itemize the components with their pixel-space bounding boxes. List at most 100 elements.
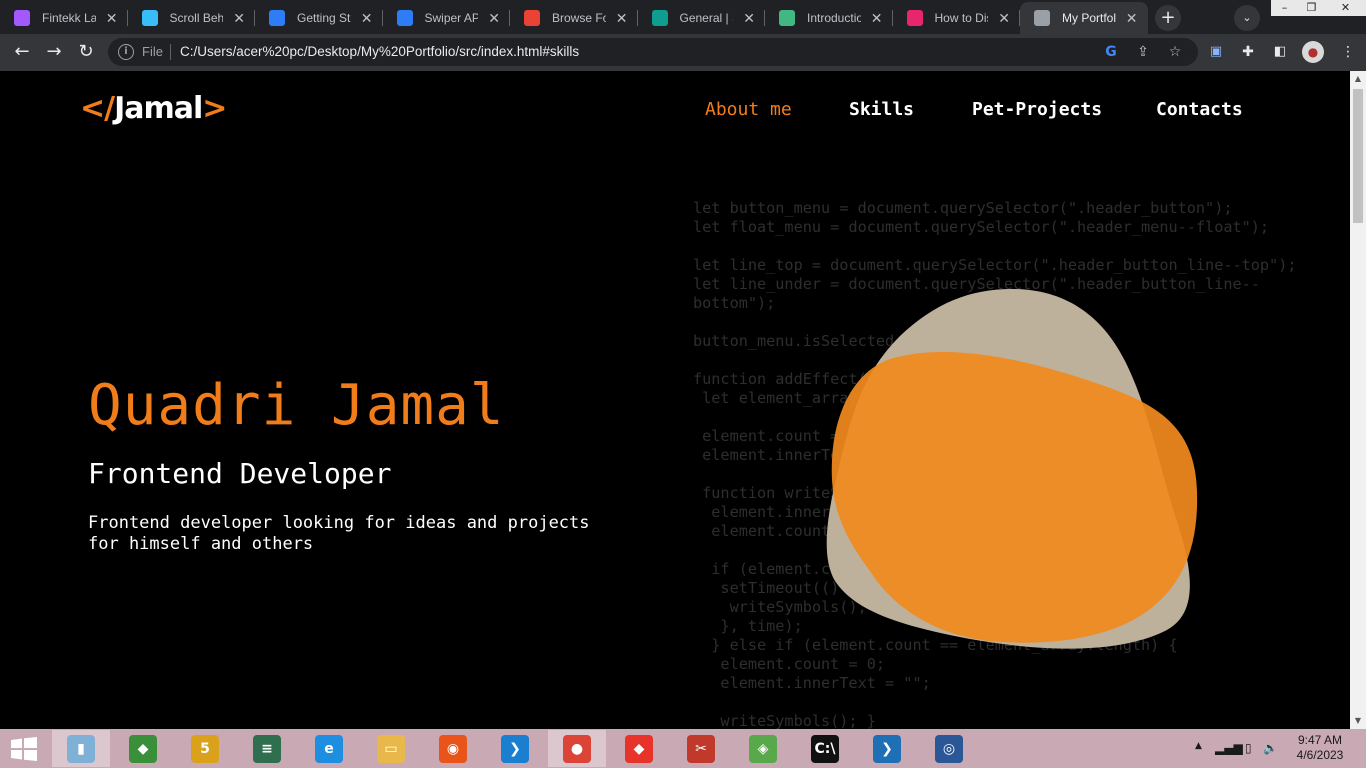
tab-close-icon[interactable]: ✕ [998, 10, 1010, 27]
nav-about-me[interactable]: About me [705, 99, 792, 120]
close-window-button[interactable]: ✕ [1325, 0, 1366, 16]
tab-favicon-icon [1034, 10, 1050, 26]
nav-skills[interactable]: Skills [849, 99, 914, 120]
tab-favicon-icon [524, 10, 540, 26]
hero-name: Quadri Jamal [88, 373, 505, 438]
tab-close-icon[interactable]: ✕ [871, 10, 883, 27]
browser-tab[interactable]: Swiper API ✕ [383, 2, 510, 34]
taskbar-app[interactable]: ▮ [52, 730, 110, 767]
tab-close-icon[interactable]: ✕ [233, 10, 245, 27]
browser-tab[interactable]: Scroll Behavior ✕ [128, 2, 255, 34]
tab-close-icon[interactable]: ✕ [488, 10, 500, 27]
taskbar-app[interactable]: ▭ [362, 730, 420, 767]
browser-tab[interactable]: How to Disable ✕ [893, 2, 1020, 34]
page-scrollbar[interactable]: ▲ ▼ [1350, 71, 1366, 729]
tab-search-button[interactable]: ⌄ [1234, 5, 1260, 31]
windows-taskbar: ▲ ▂▄▆ ▯ 🔈 9:47 AM 4/6/2023 ▮ ◆ 5 ≡ e ▭ ◉ ❯ ● ◆ ✂ ◈ C… [0, 729, 1366, 768]
taskbar-app[interactable]: ◆ [610, 730, 668, 767]
tab-close-icon[interactable]: ✕ [361, 10, 373, 27]
browser-tab[interactable]: Getting Started ✕ [255, 2, 383, 34]
restore-button[interactable]: ❐ [1298, 0, 1325, 16]
taskbar-app[interactable]: ◉ [424, 730, 482, 767]
file-explorer-icon: ▭ [377, 735, 405, 763]
scroll-thumb[interactable] [1353, 89, 1363, 223]
metatrader-icon: ◆ [129, 735, 157, 763]
chrome-icon: ● [563, 735, 591, 763]
show-hidden-icons-icon[interactable]: ▲ [1195, 741, 1202, 751]
tab-title: Browse Fonts [552, 11, 606, 25]
site-logo[interactable]: </Jamal> [80, 91, 227, 126]
tab-close-icon[interactable]: ✕ [106, 10, 118, 27]
bookmark-star-icon[interactable]: ☆ [1166, 43, 1184, 61]
tab-close-icon[interactable]: ✕ [743, 10, 755, 27]
taskbar-app[interactable]: ● [548, 730, 606, 767]
reload-icon[interactable]: ↻ [72, 38, 100, 66]
back-arrow-icon[interactable]: ← [8, 38, 36, 66]
new-tab-button[interactable]: + [1155, 5, 1181, 31]
hero-description: Frontend developer looking for ideas and… [88, 513, 590, 554]
browser-tab[interactable]: Fintekk Landing ✕ [0, 2, 128, 34]
taskbar-app[interactable]: ❯ [858, 730, 916, 767]
taskbar-app[interactable]: ◈ [734, 730, 792, 767]
address-separator [170, 44, 171, 60]
decorative-blobs [826, 289, 1198, 649]
minimize-button[interactable]: – [1271, 0, 1298, 16]
taskbar-app[interactable]: 5 [176, 730, 234, 767]
share-icon[interactable]: ⇪ [1134, 43, 1152, 61]
firefox-icon: ◉ [439, 735, 467, 763]
profile-avatar[interactable]: ● [1302, 41, 1324, 63]
taskbar-app[interactable]: ❯ [486, 730, 544, 767]
side-panel-icon[interactable]: ◧ [1266, 38, 1294, 66]
logo-close-bracket: > [202, 91, 227, 126]
browser-tab[interactable]: General | Slack ✕ [638, 2, 765, 34]
nav-contacts[interactable]: Contacts [1156, 99, 1243, 120]
browser-tab[interactable]: Introduction ✕ [765, 2, 893, 34]
tab-favicon-icon [269, 10, 285, 26]
logo-open-bracket: </ [80, 91, 115, 126]
clock-time: 9:47 AM [1297, 733, 1343, 747]
hero-role: Frontend Developer [88, 457, 392, 490]
taskbar-app[interactable]: ◎ [920, 730, 978, 767]
more-menu-icon[interactable]: ⋮ [1334, 38, 1362, 66]
sublime-icon: 5 [191, 735, 219, 763]
tab-close-icon[interactable]: ✕ [616, 10, 628, 27]
code-line: let line_top = document.querySelector(".… [693, 256, 1297, 274]
taskbar-app[interactable]: ✂ [672, 730, 730, 767]
address-scheme-label: File [142, 44, 163, 59]
taskbar-app[interactable]: C:\ [796, 730, 854, 767]
tab-close-icon[interactable]: ✕ [1126, 10, 1138, 27]
screen-capture-extension-icon[interactable]: ▣ [1202, 38, 1230, 66]
tab-favicon-icon [906, 10, 923, 26]
tab-title: Scroll Behavior [169, 11, 224, 25]
tab-title: Fintekk Landing [42, 11, 96, 25]
forward-arrow-icon[interactable]: → [40, 38, 68, 66]
nav-pet-projects[interactable]: Pet-Projects [972, 99, 1102, 120]
scroll-up-arrow-icon[interactable]: ▲ [1350, 71, 1366, 87]
taskbar-clock[interactable]: 9:47 AM 4/6/2023 [1290, 733, 1350, 763]
browser-tab-active[interactable]: My Portfolio ✕ [1020, 2, 1148, 34]
info-icon[interactable]: i [118, 44, 134, 60]
taskbar-app[interactable]: e [300, 730, 358, 767]
clock-date: 4/6/2023 [1296, 748, 1344, 762]
taskbar-app[interactable]: ≡ [238, 730, 296, 767]
google-lens-icon[interactable]: G [1102, 43, 1120, 61]
internet-explorer-icon: e [315, 735, 343, 763]
cmd-icon: C:\ [811, 735, 839, 763]
address-url[interactable]: C:/Users/acer%20pc/Desktop/My%20Portfoli… [180, 44, 579, 59]
taskbar-app[interactable]: ◆ [114, 730, 172, 767]
scroll-down-arrow-icon[interactable]: ▼ [1350, 713, 1366, 729]
browser-toolbar: ← → ↻ i File C:/Users/acer%20pc/Desktop/… [0, 34, 1366, 71]
powershell-icon: ❯ [873, 735, 901, 763]
tab-favicon-icon [141, 10, 158, 26]
extensions-puzzle-icon[interactable]: ✚ [1234, 38, 1262, 66]
network-icon[interactable]: ▂▄▆ [1215, 741, 1243, 755]
battery-icon[interactable]: ▯ [1245, 741, 1252, 755]
tab-favicon-icon [14, 10, 30, 26]
address-bar[interactable]: i File C:/Users/acer%20pc/Desktop/My%20P… [108, 38, 1198, 66]
windows-start-icon[interactable] [8, 737, 40, 761]
browser-tab[interactable]: Browse Fonts ✕ [510, 2, 638, 34]
volume-icon[interactable]: 🔈 [1263, 741, 1278, 755]
file-explorer-alt-icon: ▮ [67, 735, 95, 763]
notepad-icon: ≡ [253, 735, 281, 763]
